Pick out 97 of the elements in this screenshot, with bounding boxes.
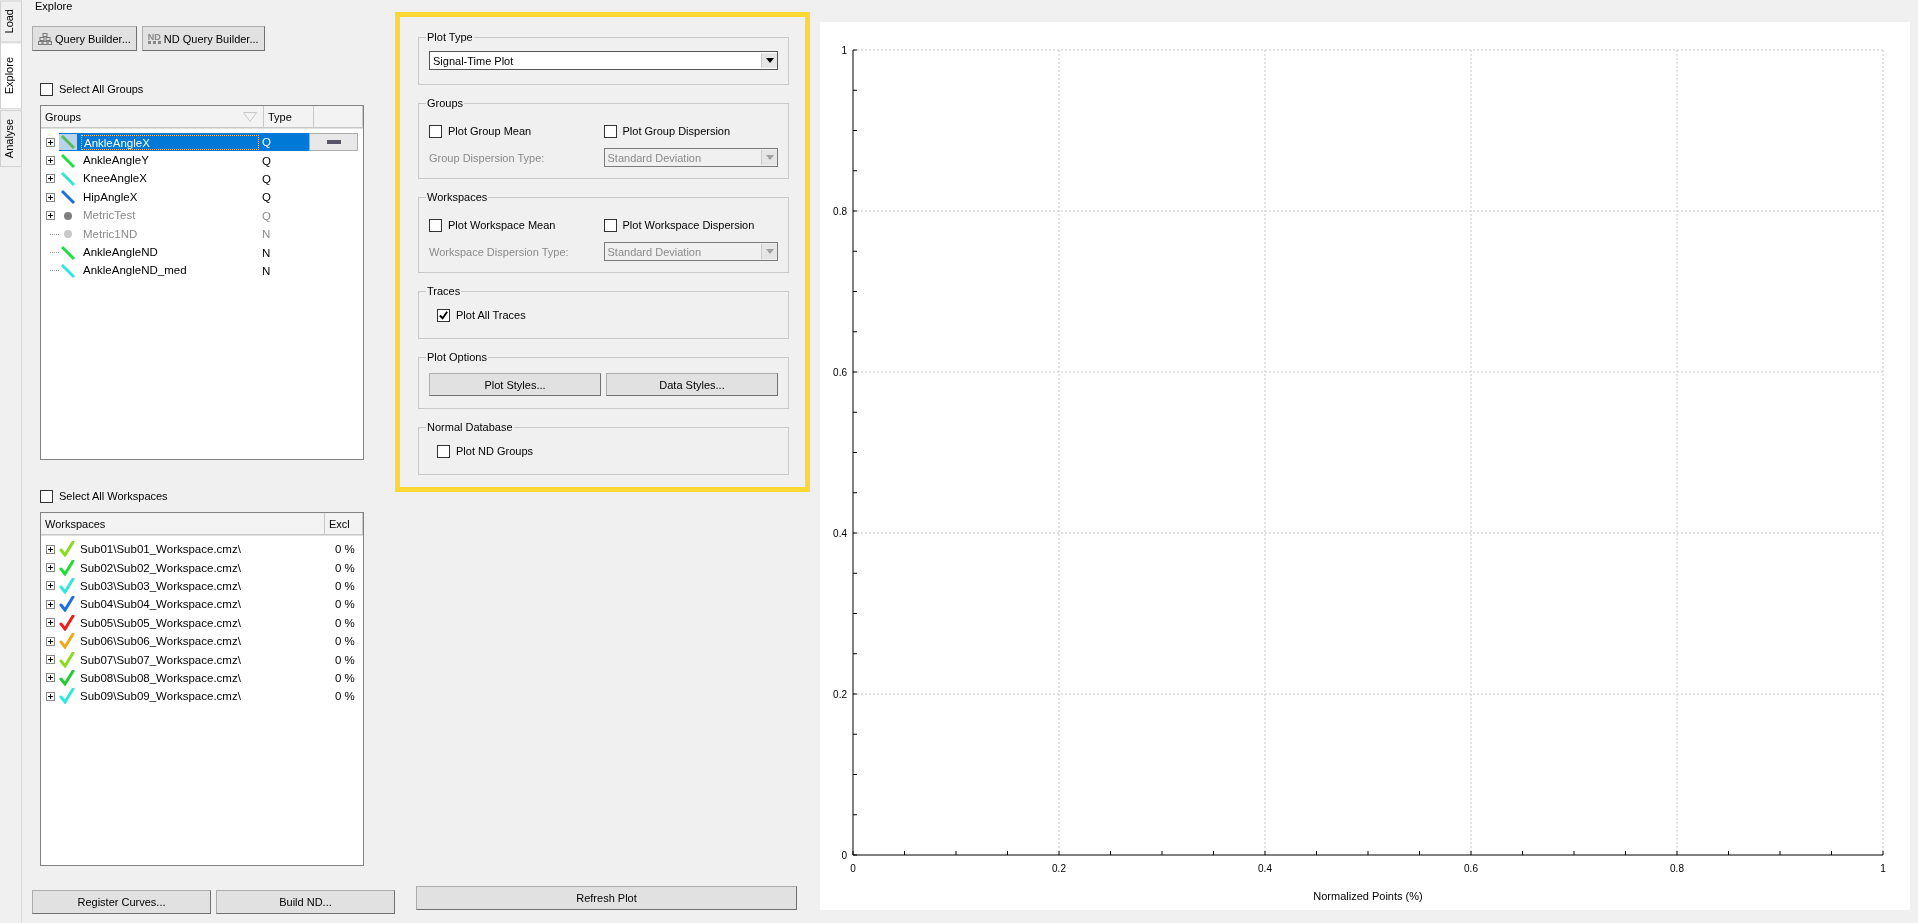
checkbox-label[interactable]: Plot Workspace Mean bbox=[448, 219, 556, 231]
table-cell: 0 % bbox=[335, 579, 355, 592]
checkbox[interactable] bbox=[40, 82, 53, 96]
checkbox-label[interactable]: Plot All Traces bbox=[456, 309, 526, 321]
expand-icon[interactable] bbox=[46, 544, 55, 554]
table-cell: 0 % bbox=[335, 616, 355, 629]
query-builder-button[interactable]: ND ND Query Builder... bbox=[141, 26, 265, 51]
side-tab[interactable]: Explore bbox=[0, 42, 22, 110]
group-title: Groups bbox=[426, 97, 465, 109]
minus-icon bbox=[326, 140, 341, 145]
y-tick-label: 0.8 bbox=[833, 206, 847, 217]
checkbox-label[interactable]: Plot ND Groups bbox=[456, 445, 534, 457]
x-tick-label: 0.6 bbox=[1464, 863, 1478, 874]
workspace-name[interactable]: Sub07\Sub07_Workspace.cmz\ bbox=[80, 653, 335, 666]
column-header[interactable]: Excl bbox=[325, 513, 363, 535]
tree-item[interactable]: AnkleAngleND_med N bbox=[59, 261, 309, 281]
hierarchy-icon bbox=[38, 32, 52, 45]
checkbox[interactable] bbox=[429, 218, 442, 232]
workspace-name[interactable]: Sub09\Sub09_Workspace.cmz\ bbox=[80, 690, 335, 703]
page-title: Explore bbox=[35, 0, 74, 13]
checkbox[interactable] bbox=[429, 124, 442, 138]
group-title: Traces bbox=[426, 285, 462, 297]
y-tick-label: 0.4 bbox=[833, 528, 847, 539]
x-tick-label: 0.4 bbox=[1258, 863, 1272, 874]
group-title: Plot Type bbox=[426, 31, 474, 43]
column-header[interactable]: Workspaces bbox=[41, 513, 325, 535]
table-cell: 0 % bbox=[335, 635, 355, 648]
table-cell: 0 % bbox=[335, 653, 355, 666]
y-tick-label: 0.6 bbox=[833, 367, 847, 378]
sort-icon bbox=[243, 111, 257, 122]
expand-icon[interactable] bbox=[46, 618, 55, 628]
tree-item[interactable]: AnkleAngleND N bbox=[59, 243, 309, 262]
styles-button[interactable]: Data Styles... bbox=[606, 373, 778, 396]
checkbox-label[interactable]: Select All Workspaces bbox=[59, 490, 168, 502]
refresh-button[interactable]: Refresh Plot bbox=[416, 886, 797, 910]
column-header[interactable]: Groups bbox=[41, 106, 264, 128]
x-tick-label: 0.2 bbox=[1052, 863, 1066, 874]
table-cell: 0 % bbox=[335, 598, 355, 611]
table-cell: 0 % bbox=[335, 543, 355, 556]
table-cell: 0 % bbox=[335, 690, 355, 703]
workspace-name[interactable]: Sub03\Sub03_Workspace.cmz\ bbox=[80, 579, 335, 592]
checkbox[interactable] bbox=[603, 218, 617, 232]
expand-icon[interactable] bbox=[46, 174, 55, 184]
expand-icon[interactable] bbox=[46, 673, 55, 683]
expand-icon[interactable] bbox=[46, 691, 55, 701]
y-tick-label: 0.2 bbox=[833, 689, 847, 700]
expand-icon[interactable] bbox=[46, 137, 55, 147]
x-axis-title: Normalized Points (%) bbox=[1313, 890, 1423, 902]
group-title: Plot Options bbox=[426, 351, 488, 363]
expand-icon[interactable] bbox=[46, 563, 55, 573]
expand-icon[interactable] bbox=[46, 655, 55, 665]
x-tick-label: 0.8 bbox=[1670, 863, 1684, 874]
expand-icon[interactable] bbox=[46, 192, 55, 202]
workspace-name[interactable]: Sub06\Sub06_Workspace.cmz\ bbox=[80, 635, 335, 648]
tree-item[interactable]: AnkleAngleY Q bbox=[59, 151, 309, 170]
action-button[interactable]: Register Curves... bbox=[32, 890, 211, 914]
checkbox[interactable] bbox=[437, 444, 450, 458]
y-tick-label: 0 bbox=[841, 850, 847, 861]
column-header[interactable]: Type bbox=[264, 106, 314, 128]
action-button[interactable]: Build ND... bbox=[216, 890, 395, 914]
side-tab[interactable]: Load bbox=[0, 0, 22, 43]
workspace-name[interactable]: Sub05\Sub05_Workspace.cmz\ bbox=[80, 616, 335, 629]
checkbox-label[interactable]: Plot Group Mean bbox=[448, 125, 532, 137]
query-builder-button[interactable]: Query Builder... bbox=[32, 26, 137, 51]
workspace-name[interactable]: Sub02\Sub02_Workspace.cmz\ bbox=[80, 561, 335, 574]
checkbox[interactable] bbox=[40, 489, 53, 503]
expand-icon[interactable] bbox=[46, 636, 55, 646]
group-title: Workspaces bbox=[426, 191, 489, 203]
tree-item[interactable]: HipAngleX Q bbox=[59, 188, 309, 207]
tree-item[interactable]: AnkleAngleX Q bbox=[59, 133, 309, 152]
checkbox-label[interactable]: Plot Group Dispersion bbox=[622, 125, 731, 137]
expand-icon[interactable] bbox=[46, 599, 55, 609]
expand-icon[interactable] bbox=[46, 156, 55, 166]
side-tab[interactable]: Analyse bbox=[0, 109, 22, 167]
workspace-name[interactable]: Sub01\Sub01_Workspace.cmz\ bbox=[80, 543, 335, 556]
styles-button[interactable]: Plot Styles... bbox=[429, 373, 601, 396]
field-label: Group Dispersion Type: bbox=[429, 151, 546, 164]
group-title: Normal Database bbox=[426, 421, 514, 433]
tree-item[interactable]: KneeAngleX Q bbox=[59, 169, 309, 189]
table-cell: 0 % bbox=[335, 561, 355, 574]
caret-icon bbox=[761, 150, 777, 165]
y-tick-label: 1 bbox=[841, 45, 847, 56]
dash-button[interactable] bbox=[309, 133, 358, 152]
caret-icon bbox=[761, 244, 777, 259]
field-label: Workspace Dispersion Type: bbox=[429, 245, 570, 258]
checkbox-label[interactable]: Plot Workspace Dispersion bbox=[622, 219, 755, 231]
checkbox[interactable] bbox=[437, 308, 450, 322]
expand-icon[interactable] bbox=[46, 581, 55, 591]
table-cell: 0 % bbox=[335, 671, 355, 684]
x-tick-label: 1 bbox=[1880, 863, 1886, 874]
workspace-name[interactable]: Sub04\Sub04_Workspace.cmz\ bbox=[80, 598, 335, 611]
checkbox[interactable] bbox=[603, 124, 617, 138]
checkbox-label[interactable]: Select All Groups bbox=[59, 83, 144, 95]
plot-type-dropdown[interactable]: Signal-Time Plot bbox=[429, 51, 778, 70]
x-tick-label: 0 bbox=[850, 863, 856, 874]
workspace-name[interactable]: Sub08\Sub08_Workspace.cmz\ bbox=[80, 671, 335, 684]
caret-icon bbox=[761, 53, 777, 68]
